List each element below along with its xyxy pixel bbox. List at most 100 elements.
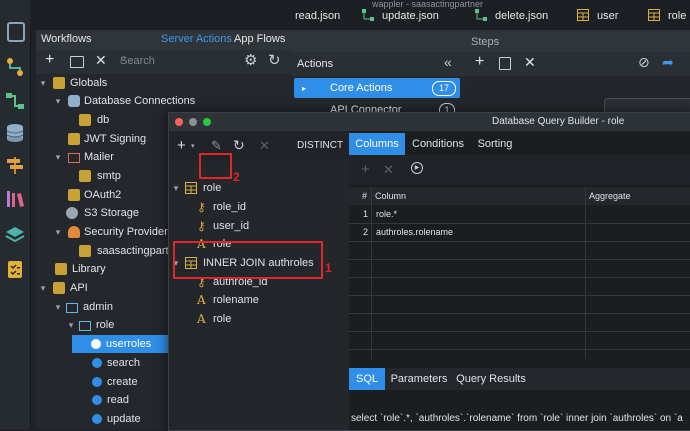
tab-label: update.json — [382, 10, 439, 22]
play-icon[interactable]: ▶ — [411, 162, 423, 174]
table-icon — [648, 9, 660, 21]
search-input[interactable]: Search — [120, 55, 230, 67]
grid-row[interactable]: 1 role.* — [349, 205, 690, 223]
actions-header: Actions « — [292, 52, 466, 76]
cloud-icon — [66, 207, 78, 219]
chevron-down-icon[interactable]: ▾ — [191, 142, 195, 150]
chevron-down-icon: ▾ — [40, 283, 46, 293]
tree-item-userroles[interactable]: userroles — [72, 335, 168, 353]
dialog-title: Database Query Builder - role — [492, 116, 625, 127]
tree-item-database-connections[interactable]: ▾ Database Connections — [36, 92, 292, 110]
row-number: 1 — [363, 209, 369, 219]
tree-label: Globals — [70, 77, 108, 89]
collapse-icon[interactable]: « — [444, 54, 452, 70]
tab-user[interactable]: user — [577, 8, 618, 24]
tree-label: Library — [72, 263, 106, 275]
workflow-icon[interactable] — [4, 56, 26, 78]
col-header-num: # — [362, 191, 368, 201]
refresh-icon[interactable]: ↻ — [268, 51, 281, 69]
tab-app-flows[interactable]: App Flows — [234, 33, 285, 45]
tab-sql[interactable]: SQL — [349, 368, 385, 390]
tab-label: read.json — [295, 10, 341, 22]
delete-icon[interactable]: ✕ — [259, 138, 270, 154]
tab-read-json[interactable]: read.json — [295, 8, 340, 24]
tab-role[interactable]: role — [648, 8, 686, 24]
tree-label: db — [97, 114, 110, 126]
tree-label: Security Providers — [84, 226, 174, 238]
tab-query-results[interactable]: Query Results — [453, 368, 529, 390]
add-icon[interactable]: + — [475, 53, 484, 71]
activity-bar — [0, 0, 31, 429]
actions-title: Actions — [297, 58, 334, 70]
chevron-down-icon: ▾ — [68, 320, 74, 330]
minimize-window-button[interactable] — [189, 118, 197, 126]
copy-icon[interactable] — [499, 57, 511, 70]
tab-server-actions[interactable]: Server Actions — [161, 33, 232, 45]
tab-columns[interactable]: Columns — [349, 133, 405, 155]
library-icon[interactable] — [4, 188, 26, 210]
tab-parameters[interactable]: Parameters — [389, 368, 449, 390]
add-icon[interactable]: + — [45, 51, 54, 69]
core-actions-item[interactable]: ▸ Core Actions 17 — [294, 78, 460, 98]
layers-icon[interactable] — [4, 224, 26, 246]
flow-file-icon — [362, 9, 374, 21]
signpost-icon[interactable] — [4, 154, 26, 176]
columns-toolbar: + ✕ ▶ — [349, 155, 690, 185]
annotation-box-join — [173, 241, 323, 279]
gear-icon[interactable]: ⚙ — [244, 51, 257, 69]
close-window-button[interactable] — [175, 118, 183, 126]
edit-icon[interactable]: ✎ — [211, 138, 222, 154]
add-icon[interactable]: + — [177, 137, 186, 154]
export-icon[interactable]: ➦ — [662, 54, 674, 71]
refresh-icon[interactable]: ↻ — [233, 137, 245, 154]
tasks-icon[interactable] — [4, 258, 26, 280]
count-badge: 17 — [432, 81, 456, 96]
distinct-toggle[interactable]: DISTINCT — [297, 140, 343, 151]
folder-icon — [53, 282, 65, 294]
tree-item-globals[interactable]: ▾ Globals — [36, 74, 292, 92]
tree-label: Mailer — [84, 151, 114, 163]
folder-icon — [79, 321, 91, 331]
tab-update-json[interactable]: update.json — [362, 8, 439, 24]
action-icon — [92, 414, 102, 424]
annotation-number-1: 1 — [325, 261, 332, 275]
flow-icon[interactable] — [4, 90, 26, 112]
tab-delete-json[interactable]: delete.json — [475, 8, 548, 24]
tree-label: JWT Signing — [84, 133, 147, 145]
close-icon[interactable]: ✕ — [95, 52, 107, 69]
disable-icon[interactable]: ⊘ — [638, 54, 650, 71]
annotation-number-2: 2 — [233, 170, 240, 184]
delete-icon[interactable]: ✕ — [383, 162, 394, 178]
row-column: authroles.rolename — [376, 227, 454, 237]
tree-label: role_id — [213, 201, 247, 213]
grid-row[interactable]: 2 authroles.rolename — [349, 223, 690, 241]
grid-divider — [349, 349, 690, 350]
steps-title: Steps — [471, 36, 500, 48]
folder-icon[interactable] — [70, 56, 84, 68]
cube-icon — [68, 189, 80, 201]
col-header-aggregate: Aggregate — [589, 191, 631, 201]
close-icon[interactable]: ✕ — [524, 54, 536, 71]
tree-label: OAuth2 — [84, 189, 122, 201]
add-icon[interactable]: + — [361, 161, 370, 178]
tree-label: search — [107, 357, 141, 369]
users-icon — [68, 226, 80, 238]
sql-editor[interactable]: select `role`.*, `authroles`.`rolename` … — [351, 413, 690, 424]
maximize-window-button[interactable] — [203, 118, 211, 126]
tables-pane: + ▾ ✎ ↻ ✕ DISTINCT ▾ role ⚷ role_id ⚷ us… — [169, 131, 349, 430]
bottom-tab-bar: SQL Parameters Query Results — [349, 368, 690, 390]
chevron-down-icon: ▾ — [55, 96, 61, 106]
row-column: role.* — [376, 209, 398, 219]
tab-sorting[interactable]: Sorting — [471, 133, 519, 155]
database-icon[interactable] — [4, 122, 26, 144]
tree-label: smtp — [97, 170, 121, 182]
chevron-down-icon: ▾ — [55, 152, 61, 162]
tab-label: user — [597, 10, 619, 22]
chevron-right-icon: ▸ — [302, 84, 307, 93]
col-header-column: Column — [375, 191, 407, 201]
grid-divider — [349, 259, 690, 260]
pages-icon[interactable] — [7, 22, 25, 42]
action-icon — [92, 358, 102, 368]
tab-conditions[interactable]: Conditions — [409, 133, 467, 155]
flow-file-icon — [475, 9, 487, 21]
